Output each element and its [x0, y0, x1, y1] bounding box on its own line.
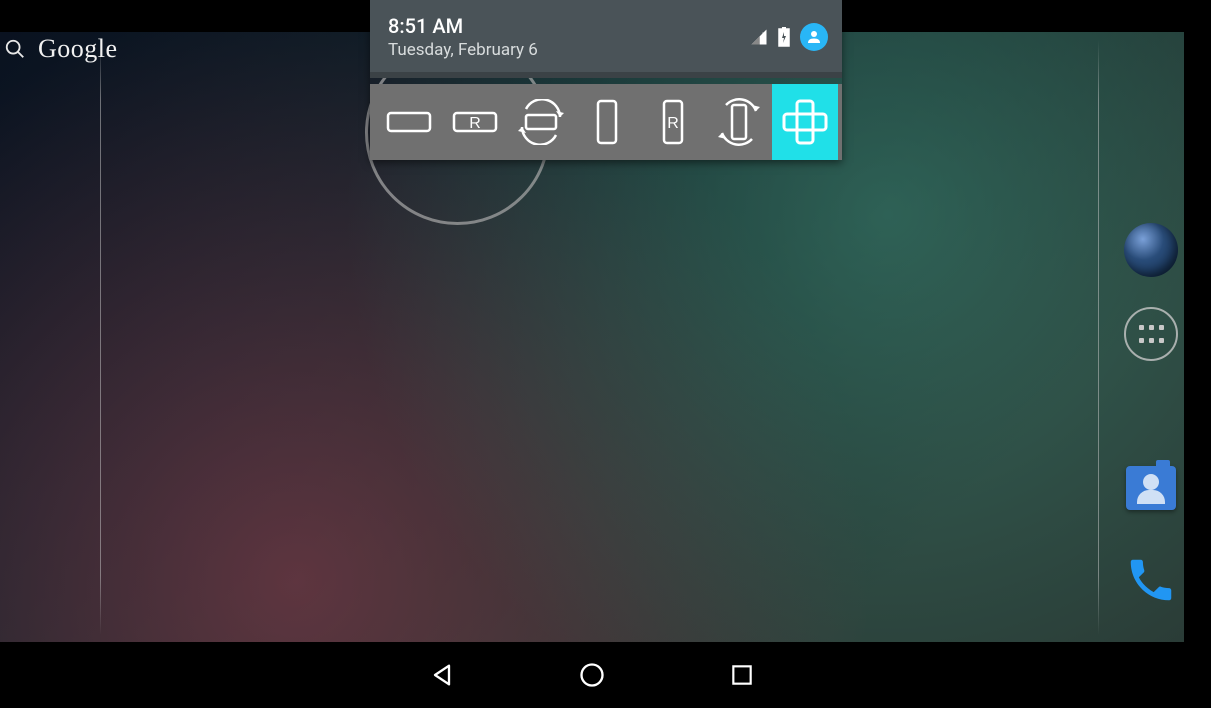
google-search-label: Google — [38, 34, 118, 64]
shade-header[interactable]: 8:51 AM Tuesday, February 6 ! — [370, 0, 842, 72]
rotation-full-sensor-button[interactable] — [772, 84, 838, 160]
nav-back-button[interactable] — [422, 655, 462, 695]
navigation-bar — [0, 642, 1184, 708]
right-gutter — [1184, 0, 1211, 708]
phone-icon — [1124, 553, 1178, 607]
dock-side-top — [1121, 222, 1181, 390]
android-home-screen: Google 8:51 AM Tuesday, February 6 ! — [0, 0, 1211, 708]
google-search-widget[interactable]: Google — [0, 34, 118, 64]
rotation-landscape-reverse-button[interactable]: R — [442, 84, 508, 160]
rotation-control-toolbar: R R — [370, 84, 842, 160]
phone-app-icon[interactable] — [1123, 552, 1179, 608]
battery-charging-icon — [778, 27, 790, 47]
rotation-portrait-auto-button[interactable] — [706, 84, 772, 160]
contacts-icon — [1126, 466, 1176, 510]
user-avatar-icon[interactable] — [800, 23, 828, 51]
svg-text:R: R — [469, 115, 481, 132]
rotation-portrait-reverse-button[interactable]: R — [640, 84, 706, 160]
svg-text:!: ! — [762, 32, 764, 42]
back-icon — [428, 661, 456, 689]
cellular-signal-icon: ! — [750, 28, 768, 46]
rotation-landscape-button[interactable] — [376, 84, 442, 160]
search-icon — [0, 34, 30, 64]
all-apps-button[interactable] — [1123, 306, 1179, 362]
browser-app-icon[interactable] — [1123, 222, 1179, 278]
apps-grid-icon — [1124, 307, 1178, 361]
nav-recent-button[interactable] — [722, 655, 762, 695]
shade-time: 8:51 AM — [388, 14, 538, 38]
globe-icon — [1124, 223, 1178, 277]
shade-status-icons: ! — [750, 23, 828, 51]
page-divider-left — [100, 40, 101, 635]
nav-home-button[interactable] — [572, 655, 612, 695]
notification-shade[interactable]: 8:51 AM Tuesday, February 6 ! — [370, 0, 842, 160]
rotation-portrait-button[interactable] — [574, 84, 640, 160]
home-icon — [578, 661, 606, 689]
contacts-app-icon[interactable] — [1123, 460, 1179, 516]
dock-side-bottom — [1121, 460, 1181, 636]
rotation-landscape-auto-button[interactable] — [508, 84, 574, 160]
recent-apps-icon — [729, 662, 755, 688]
shade-date: Tuesday, February 6 — [388, 40, 538, 60]
svg-text:R: R — [667, 115, 679, 132]
shade-clock-block: 8:51 AM Tuesday, February 6 — [388, 14, 538, 60]
page-divider-right — [1098, 40, 1099, 635]
